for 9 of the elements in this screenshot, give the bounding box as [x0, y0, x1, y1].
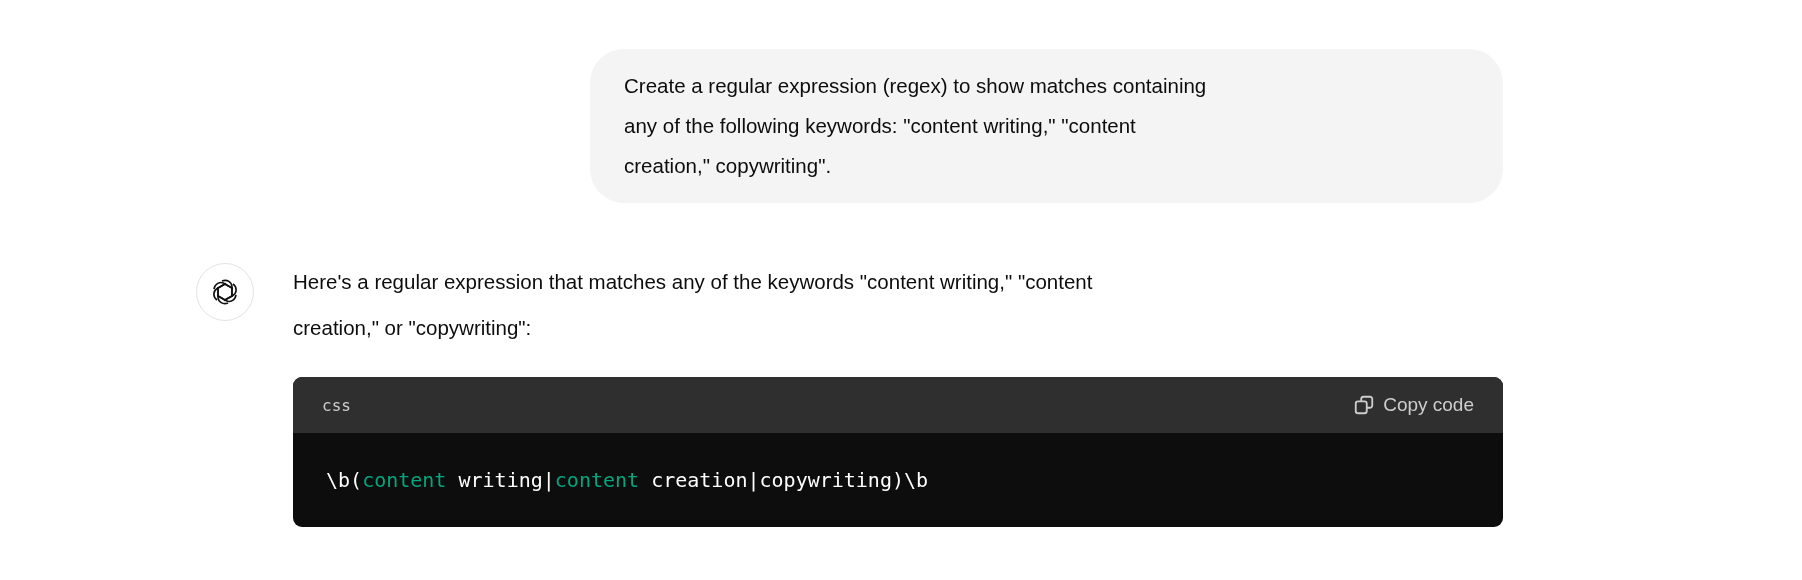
message-text: Create a regular expression (regex) to show matches containing: [624, 73, 1207, 99]
message-text: Here's a regular expression that matches any of the keywords "content writing," "content: [293, 269, 1093, 295]
copy-code-button[interactable]: Copy code: [1353, 394, 1474, 416]
message-text: creation," or "copywriting":: [293, 315, 532, 341]
language-label: css: [322, 395, 351, 415]
copy-icon: [1353, 394, 1376, 416]
message-text: creation," copywriting".: [624, 153, 832, 179]
message-text: any of the following keywords: "content writing," "content: [624, 113, 1136, 139]
code-line: \b(content writing|content creation|copywriting)\b: [326, 468, 929, 492]
